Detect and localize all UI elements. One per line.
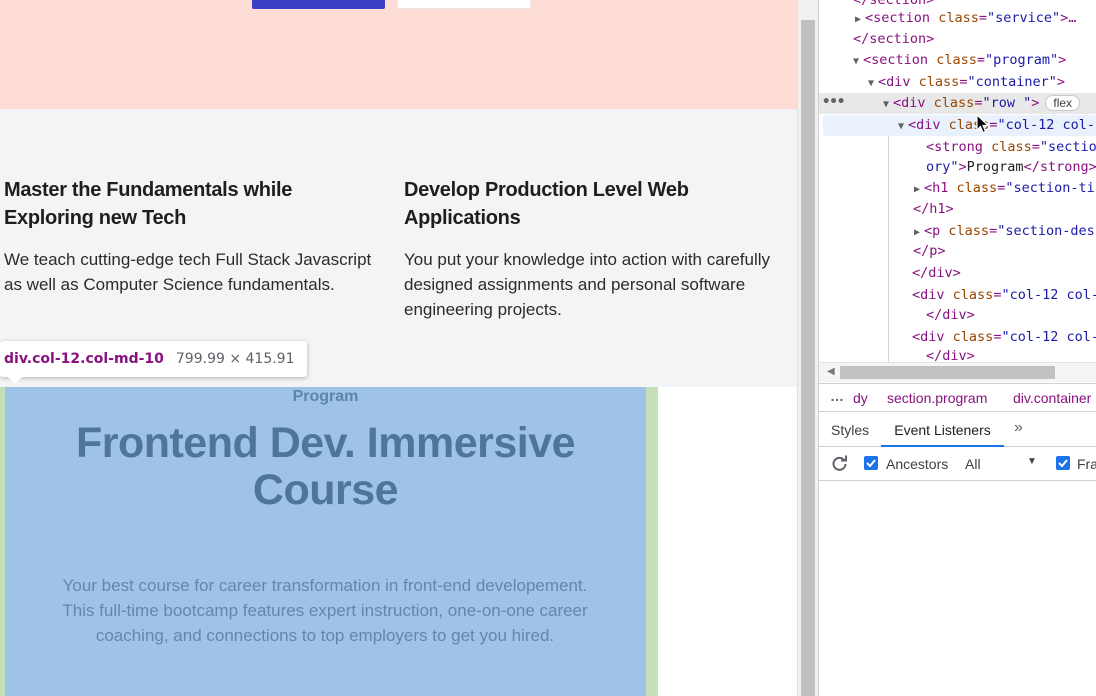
tooltip-selector: div.col-12.col-md-10	[4, 351, 164, 367]
dom-tree[interactable]: ••• </section> ▶ <section class="service"…	[819, 0, 1096, 362]
expand-triangle-icon[interactable]: ▶	[914, 222, 924, 243]
dom-node[interactable]: <div class="col-12 col-	[912, 285, 1096, 306]
dom-node-hovered[interactable]: ▼ <div class="col-12 col-	[898, 115, 1096, 136]
horizontal-scrollbar-thumb[interactable]	[840, 366, 1055, 379]
dom-node[interactable]: </h1>	[913, 199, 1096, 220]
refresh-icon[interactable]	[831, 455, 848, 472]
collapse-triangle-icon[interactable]: ▼	[898, 116, 908, 137]
dropdown-arrow-icon[interactable]: ▼	[1027, 456, 1037, 467]
more-tabs-icon[interactable]: »	[1014, 419, 1023, 437]
horizontal-scrollbar[interactable]: ◀	[819, 362, 1096, 382]
indent-guide	[888, 136, 889, 362]
scroll-left-arrow-icon[interactable]: ◀	[827, 366, 835, 377]
dom-node[interactable]: ▶ <h1 class="section-ti	[914, 178, 1096, 199]
dom-node[interactable]: <div class="col-12 col-	[912, 327, 1096, 348]
framework-listeners-checkbox[interactable]	[1056, 456, 1070, 470]
section-title: Frontend Dev. Immersive Course	[75, 419, 576, 514]
expand-triangle-icon[interactable]: ▶	[914, 179, 924, 200]
dom-node[interactable]: </div>	[926, 305, 1096, 326]
page-scrollbar-thumb[interactable]	[801, 20, 815, 696]
ancestors-label: Ancestors	[886, 456, 949, 472]
dom-node[interactable]: </p>	[913, 241, 1096, 262]
breadcrumb-item[interactable]: div.container	[1013, 390, 1091, 406]
collapse-triangle-icon[interactable]: ▼	[868, 73, 878, 94]
dom-node[interactable]: </div>	[926, 346, 1096, 362]
listener-filter-select[interactable]: All	[965, 456, 981, 472]
feature-description: You put your knowledge into action with …	[404, 250, 771, 319]
breadcrumb-item[interactable]: section.program	[887, 390, 987, 406]
dom-node[interactable]: ▶ <section class="service">…	[855, 8, 1096, 29]
page-scrollbar[interactable]	[797, 0, 818, 696]
feature-card: Master the Fundamentals while Exploring …	[4, 176, 374, 297]
ancestors-checkbox[interactable]	[864, 456, 878, 470]
flex-badge[interactable]: flex	[1045, 95, 1081, 111]
section-category: Program	[292, 388, 359, 405]
expand-triangle-icon[interactable]: ▶	[855, 9, 865, 30]
breadcrumb: … dy section.program div.container	[819, 383, 1096, 412]
collapse-triangle-icon[interactable]: ▼	[853, 51, 863, 72]
collapse-triangle-icon[interactable]: ▼	[883, 94, 893, 115]
dom-node[interactable]: </div>	[912, 263, 1096, 284]
dom-node[interactable]: ▼ <section class="program">	[853, 50, 1096, 71]
breadcrumb-item[interactable]: dy	[853, 390, 868, 406]
devtools-panel: ••• </section> ▶ <section class="service"…	[818, 0, 1096, 696]
framework-listeners-label: Fra	[1077, 456, 1096, 472]
feature-card: Develop Production Level Web Application…	[404, 176, 774, 322]
feature-title: Master the Fundamentals while Exploring …	[4, 179, 293, 229]
feature-title: Develop Production Level Web Application…	[404, 179, 689, 229]
tooltip-arrow	[7, 376, 23, 384]
dom-node[interactable]: ▼ <div class="container">	[868, 72, 1096, 93]
hero-band	[0, 0, 797, 109]
dom-node[interactable]: ory">Program</strong>	[926, 157, 1096, 178]
dom-node[interactable]: <strong class="sectio	[926, 137, 1096, 158]
sidebar-tabs: Styles Event Listeners »	[819, 412, 1096, 447]
tooltip-dimensions: 799.99 × 415.91	[175, 351, 295, 367]
event-listeners-toolbar: Ancestors All ▼ Fra	[819, 447, 1096, 481]
dom-node[interactable]: ▶ <p class="section-des	[914, 221, 1096, 242]
breadcrumb-overflow-icon[interactable]: …	[830, 388, 844, 404]
dom-node[interactable]: </section>	[853, 29, 1096, 50]
page-viewport: Master the Fundamentals while Exploring …	[0, 0, 797, 696]
mouse-cursor-icon	[976, 114, 990, 134]
section-description: Your best course for career transformati…	[62, 576, 588, 645]
hero-primary-button[interactable]	[252, 0, 385, 9]
element-inspect-tooltip: div.col-12.col-md-10 799.99 × 415.91	[0, 341, 307, 384]
tab-styles[interactable]: Styles	[831, 422, 869, 438]
feature-description: We teach cutting-edge tech Full Stack Ja…	[4, 250, 372, 294]
dom-node-selected[interactable]: ▼ <div class="row "> flex	[883, 93, 1096, 114]
hero-secondary-button[interactable]	[397, 0, 531, 9]
more-options-icon[interactable]: •••	[822, 93, 845, 114]
tab-event-listeners[interactable]: Event Listeners	[881, 412, 1004, 447]
